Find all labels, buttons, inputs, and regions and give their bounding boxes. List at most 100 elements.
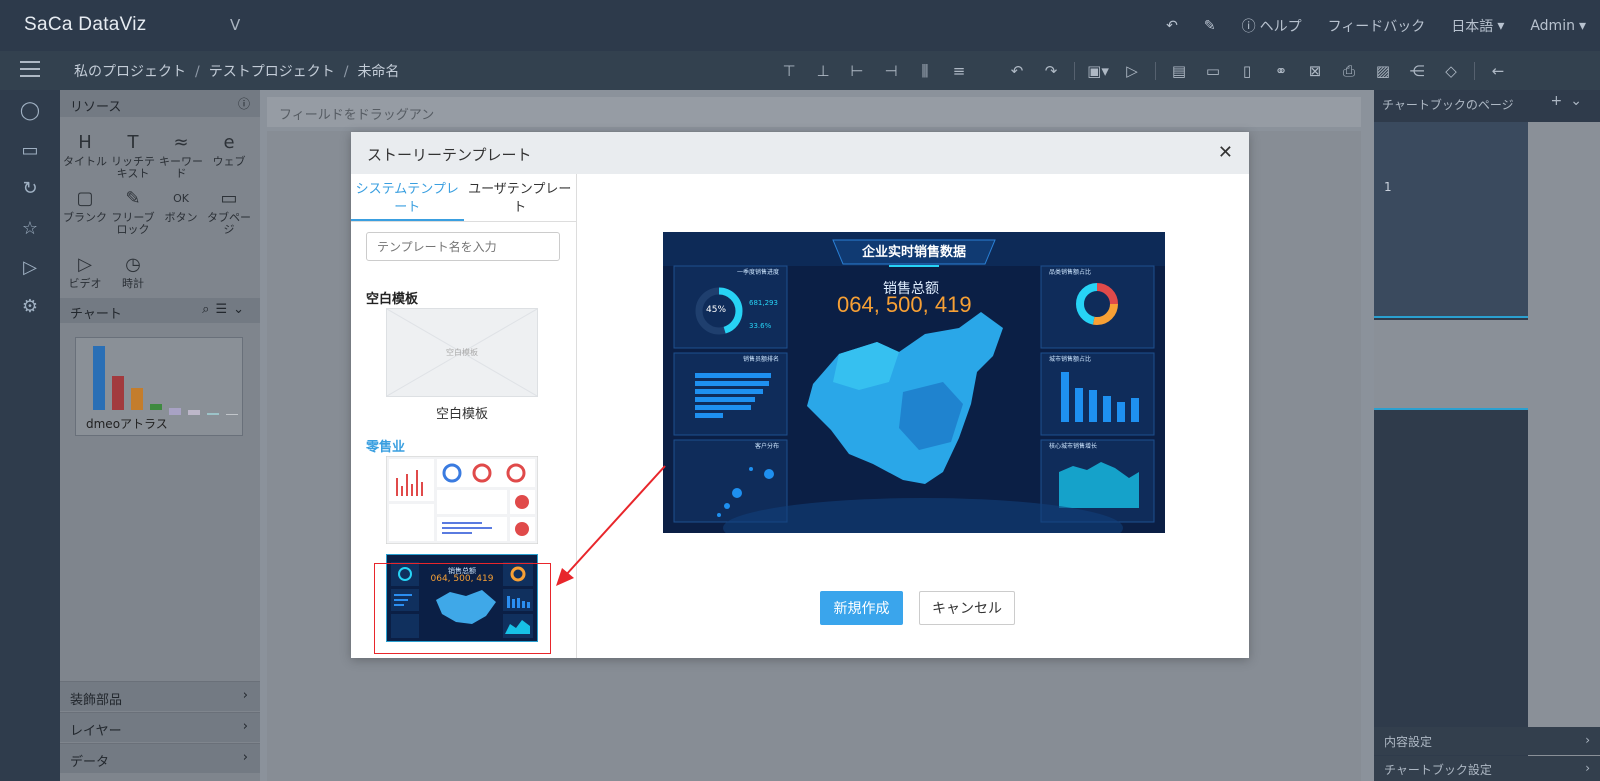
search-icon[interactable]: ⌕: [202, 302, 215, 317]
align-top-icon[interactable]: ⊤: [772, 62, 806, 80]
chevron-down-icon[interactable]: ⌄: [1570, 93, 1590, 109]
resource-tabpage-item[interactable]: ▭ タブページ: [204, 186, 254, 236]
align-right-icon[interactable]: ⊣: [874, 62, 908, 80]
cancel-button[interactable]: キャンセル: [919, 591, 1015, 625]
tabpage-icon: ▭: [220, 188, 238, 209]
preview-mini-value-2: 33.6%: [749, 322, 772, 330]
collapse-icon[interactable]: ←: [1481, 62, 1515, 80]
resource-label: タブページ: [207, 211, 251, 236]
breadcrumb-item[interactable]: テストプロジェクト: [209, 64, 335, 80]
chart-thumbnail[interactable]: dmeoアトラス: [75, 337, 243, 436]
document-icon[interactable]: ▤: [1162, 62, 1196, 80]
tab-system-templates[interactable]: システムテンプレート: [351, 174, 464, 221]
template-blank[interactable]: 空白模板 空白模板: [386, 308, 538, 422]
group-blank: 空白模板: [366, 292, 419, 307]
resource-panel: リソース ⓘ H タイトル T リッチテキスト ≈ キーワード e ウェブ ▢ ブランク …: [60, 90, 260, 781]
close-icon[interactable]: ✕: [1218, 142, 1233, 163]
add-page-icon[interactable]: +: [1551, 93, 1571, 109]
chevron-right-icon: ›: [242, 750, 248, 765]
decor-section[interactable]: 装飾部品 ›: [60, 681, 260, 711]
breadcrumb-item[interactable]: 私のプロジェクト: [74, 64, 186, 80]
resource-label: ボタン: [164, 211, 198, 224]
align-left-icon[interactable]: ⊢: [840, 62, 874, 80]
list-icon[interactable]: ☰: [215, 302, 233, 317]
content-settings[interactable]: 内容設定 ›: [1374, 727, 1600, 755]
chevron-right-icon: ›: [1585, 761, 1590, 775]
field-drop-zone[interactable]: フィールドをドラッグアン: [267, 97, 1361, 127]
resource-keyword-item[interactable]: ≈ キーワード: [156, 130, 206, 180]
page-thumb-selected[interactable]: [1374, 320, 1528, 410]
back-icon[interactable]: ↶: [1166, 18, 1178, 34]
resource-web-item[interactable]: e ウェブ: [204, 130, 254, 168]
edit-icon[interactable]: ✎: [1204, 18, 1216, 34]
distribute-h-icon[interactable]: ⫼: [908, 62, 942, 80]
help-link[interactable]: ⓘ ヘルプ: [1242, 16, 1302, 36]
distribute-v-icon[interactable]: ≡: [942, 62, 976, 80]
app-logo[interactable]: SaCa DataViz: [24, 14, 147, 36]
mobile-icon[interactable]: ▯: [1230, 62, 1264, 80]
preview-panel-title: 城市销售额占比: [1049, 356, 1092, 363]
breadcrumb: 私のプロジェクト / テストプロジェクト / 未命名: [74, 64, 400, 80]
chart-panel-header: チャート ⌕☰⌄: [60, 298, 260, 323]
resource-blank-item[interactable]: ▢ ブランク: [60, 186, 110, 224]
play-icon[interactable]: ▷: [1115, 62, 1149, 80]
resource-richtext-item[interactable]: T リッチテキスト: [108, 130, 158, 180]
redo-icon[interactable]: ↷: [1034, 62, 1068, 80]
group-retail: 零售业: [366, 440, 406, 455]
monitor-icon[interactable]: ▭: [19, 140, 41, 162]
resource-video-item[interactable]: ▷ ビデオ: [60, 252, 110, 290]
resource-title-item[interactable]: H タイトル: [60, 130, 110, 168]
refresh-icon[interactable]: ↻: [19, 178, 41, 200]
save-icon[interactable]: ▣▾: [1081, 62, 1115, 80]
align-bottom-icon[interactable]: ⊥: [806, 62, 840, 80]
share-icon[interactable]: ⋲: [1400, 62, 1434, 80]
tab-user-templates[interactable]: ユーザテンプレート: [464, 174, 577, 221]
excel-icon[interactable]: ⊠: [1298, 62, 1332, 80]
dialog-header: ストーリーテンプレート ✕: [351, 132, 1249, 174]
feedback-link[interactable]: フィードバック: [1328, 16, 1426, 36]
resource-button-item[interactable]: OK ボタン: [156, 186, 206, 224]
content-settings-label: 内容設定: [1384, 735, 1433, 749]
undo-icon[interactable]: ↶: [1000, 62, 1034, 80]
page-thumb[interactable]: 1: [1374, 122, 1528, 318]
toolbar: 私のプロジェクト / テストプロジェクト / 未命名 ⊤ ⊥ ⊢ ⊣ ⫼ ≡ ↶ ↷ ▣…: [0, 51, 1600, 90]
resource-clock-item[interactable]: ◷ 時計: [108, 252, 158, 290]
chartbook-settings[interactable]: チャートブック設定 ›: [1374, 756, 1600, 781]
user-icon[interactable]: ◯: [19, 100, 41, 122]
template-search-input[interactable]: [366, 232, 560, 261]
blank-caption: 空白模板: [435, 407, 488, 422]
create-button[interactable]: 新規作成: [820, 591, 903, 625]
chevron-right-icon: ›: [242, 719, 248, 734]
resource-freeblock-item[interactable]: ✎ フリーブロック: [108, 186, 158, 236]
tag-icon[interactable]: ◇: [1434, 62, 1468, 80]
data-section[interactable]: データ ›: [60, 743, 260, 773]
template-tabs: システムテンプレート ユーザテンプレート: [351, 174, 576, 222]
image-icon[interactable]: ▨: [1366, 62, 1400, 80]
layer-section[interactable]: レイヤー ›: [60, 712, 260, 742]
breadcrumb-item: 未命名: [357, 64, 400, 80]
user-menu[interactable]: Admin ▾: [1530, 18, 1586, 34]
template-preview: 企业实时销售数据 销售总额 064, 500, 419 45% 681,293 …: [663, 232, 1165, 533]
card-icon[interactable]: ▭: [1196, 62, 1230, 80]
star-icon[interactable]: ☆: [19, 218, 41, 240]
preview-panel-title: 销售员额排名: [743, 356, 780, 363]
language-select[interactable]: 日本語 ▾: [1451, 16, 1504, 36]
preview-panel-title: 核心城市销售增长: [1049, 443, 1098, 450]
pdf-icon[interactable]: ⎙: [1332, 62, 1366, 80]
resource-label: キーワード: [159, 155, 203, 180]
gear-icon[interactable]: ⚙: [19, 296, 41, 318]
chevron-down-icon[interactable]: ⌄: [233, 302, 250, 317]
blank-thumbnail: 空白模板: [386, 308, 538, 397]
resource-label: タイトル: [63, 155, 107, 168]
menu-icon[interactable]: [20, 61, 40, 79]
play-circle-icon[interactable]: ▷: [19, 257, 41, 279]
version-mark: V: [230, 16, 241, 34]
resource-label: フリーブロック: [111, 211, 155, 236]
user-label: Admin: [1530, 17, 1575, 34]
left-nav: ◯ ▭ ↻ ☆ ▷ ⚙: [0, 90, 60, 781]
freeblock-icon: ✎: [125, 188, 141, 209]
link-icon[interactable]: ⚭: [1264, 62, 1298, 80]
template-preview-area: 企业实时销售数据 销售总额 064, 500, 419 45% 681,293 …: [577, 174, 1249, 658]
help-icon[interactable]: ⓘ: [238, 95, 250, 112]
template-retail-light[interactable]: [385, 455, 539, 548]
